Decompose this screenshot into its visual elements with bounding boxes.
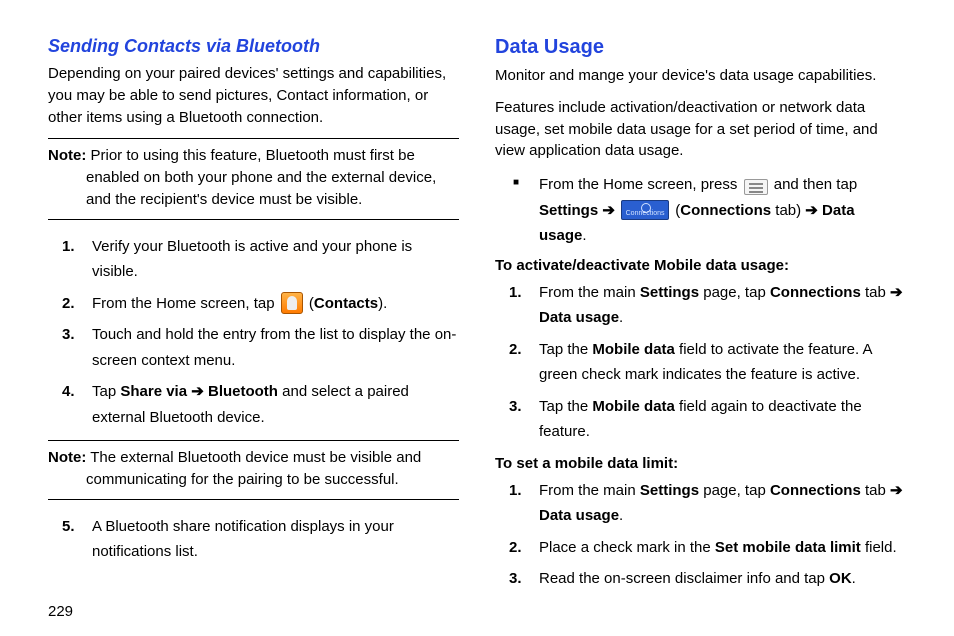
step-text: Touch and hold the entry from the list t…	[92, 326, 456, 369]
bullet-bold: Connections	[680, 202, 771, 219]
menu-icon	[744, 179, 768, 195]
step-text: tab	[861, 482, 890, 499]
left-intro: Depending on your paired devices' settin…	[48, 63, 459, 128]
step-item: From the main Settings page, tap Connect…	[495, 478, 906, 529]
step-item: Tap the Mobile data field again to deact…	[495, 394, 906, 445]
arrow-icon: ➔	[805, 202, 822, 219]
step-bold: Set mobile data limit	[715, 539, 861, 556]
bullet-text: .	[582, 227, 586, 244]
contacts-icon	[281, 292, 303, 314]
step-text: From the main	[539, 482, 640, 499]
step-text: .	[619, 507, 623, 524]
step-bold: Bluetooth	[208, 383, 278, 400]
step-item: Read the on-screen disclaimer info and t…	[495, 566, 906, 592]
step-bold: OK	[829, 570, 852, 587]
right-intro-2: Features include activation/deactivation…	[495, 97, 906, 162]
note-block-1: Note: Prior to using this feature, Bluet…	[48, 138, 459, 219]
note-label: Note:	[48, 147, 86, 164]
step-bold: Connections	[770, 284, 861, 301]
step-bold: Mobile data	[592, 398, 675, 415]
step-text: page, tap	[699, 482, 770, 499]
step-item: Verify your Bluetooth is active and your…	[48, 234, 459, 285]
step-text: Read the on-screen disclaimer info and t…	[539, 570, 829, 587]
step-item: Place a check mark in the Set mobile dat…	[495, 535, 906, 561]
steps-list-1: Verify your Bluetooth is active and your…	[48, 234, 459, 431]
step-text: field.	[861, 539, 897, 556]
step-text: From the main	[539, 284, 640, 301]
bullet-item: From the Home screen, press and then tap…	[495, 172, 906, 249]
subheading-1: To activate/deactivate Mobile data usage…	[495, 257, 906, 274]
step-text: Tap the	[539, 398, 592, 415]
step-text: .	[619, 309, 623, 326]
step-text: A Bluetooth share notification displays …	[92, 518, 394, 561]
step-item: From the Home screen, tap (Contacts).	[48, 291, 459, 317]
steps-list-1b: A Bluetooth share notification displays …	[48, 514, 459, 565]
step-item: A Bluetooth share notification displays …	[48, 514, 459, 565]
step-item: Tap the Mobile data field to activate th…	[495, 337, 906, 388]
page-number: 229	[48, 603, 73, 620]
step-text: .	[852, 570, 856, 587]
page-columns: Sending Contacts via Bluetooth Depending…	[48, 36, 906, 602]
bullet-text: and then tap	[774, 176, 857, 193]
bullet-text: From the Home screen, press	[539, 176, 742, 193]
step-item: From the main Settings page, tap Connect…	[495, 280, 906, 331]
step-text: Tap the	[539, 341, 592, 358]
step-bold: Data usage	[539, 309, 619, 326]
step-bold: Share via	[120, 383, 187, 400]
left-heading: Sending Contacts via Bluetooth	[48, 36, 459, 57]
note-text: The external Bluetooth device must be vi…	[86, 449, 421, 488]
arrow-icon: ➔	[890, 482, 903, 499]
arrow-icon: ➔	[598, 202, 619, 219]
step-bold: Contacts	[314, 295, 378, 312]
step-bold: Connections	[770, 482, 861, 499]
left-column: Sending Contacts via Bluetooth Depending…	[48, 36, 459, 602]
step-text: Tap	[92, 383, 120, 400]
step-text: Place a check mark in the	[539, 539, 715, 556]
bullet-text: tab)	[771, 202, 805, 219]
right-column: Data Usage Monitor and mange your device…	[495, 36, 906, 602]
step-text: page, tap	[699, 284, 770, 301]
step-text: tab	[861, 284, 890, 301]
note-text: Prior to using this feature, Bluetooth m…	[86, 147, 436, 208]
step-item: Tap Share via ➔ Bluetooth and select a p…	[48, 379, 459, 430]
right-intro-1: Monitor and mange your device's data usa…	[495, 65, 906, 87]
arrow-icon: ➔	[890, 284, 903, 301]
steps-list-3: From the main Settings page, tap Connect…	[495, 478, 906, 592]
connections-icon: Connections	[621, 200, 669, 220]
step-bold: Data usage	[539, 507, 619, 524]
step-text: ).	[378, 295, 387, 312]
bullet-bold: Settings	[539, 202, 598, 219]
step-bold: Settings	[640, 284, 699, 301]
step-text: Verify your Bluetooth is active and your…	[92, 238, 412, 281]
step-item: Touch and hold the entry from the list t…	[48, 322, 459, 373]
note-label: Note:	[48, 449, 86, 466]
step-bold: Settings	[640, 482, 699, 499]
step-bold: Mobile data	[592, 341, 675, 358]
note-block-2: Note: The external Bluetooth device must…	[48, 440, 459, 500]
subheading-2: To set a mobile data limit:	[495, 455, 906, 472]
step-text: From the Home screen, tap	[92, 295, 279, 312]
steps-list-2: From the main Settings page, tap Connect…	[495, 280, 906, 445]
arrow-icon: ➔	[187, 383, 208, 400]
right-heading: Data Usage	[495, 36, 906, 59]
